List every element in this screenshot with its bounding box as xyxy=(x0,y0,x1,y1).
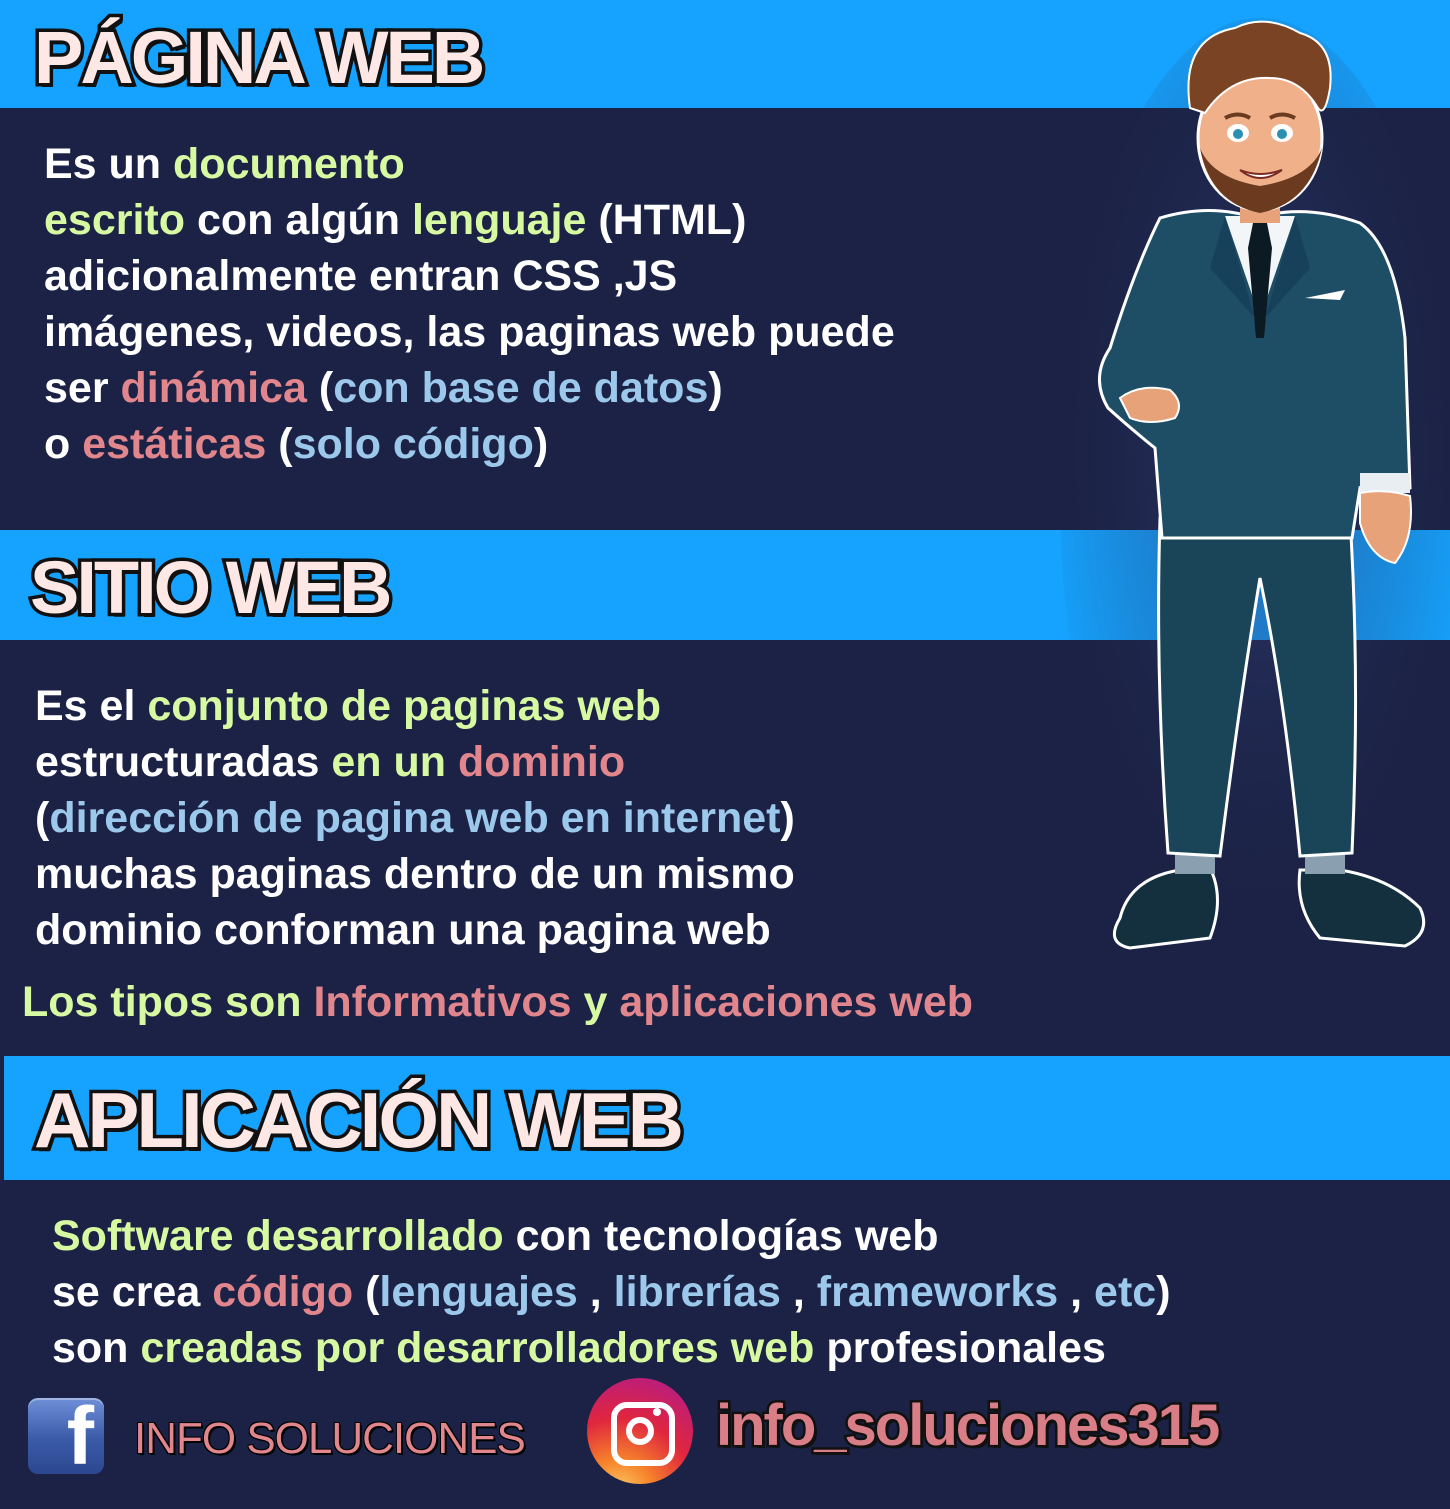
text-run: estructuradas xyxy=(35,738,332,786)
text-run: creadas por desarrolladores web xyxy=(140,1324,815,1372)
text-run: y xyxy=(571,978,620,1026)
text-line: se crea código (lenguajes , librerías , … xyxy=(52,1264,1171,1320)
text-run: estáticas xyxy=(82,420,267,468)
sitio-web-description: Es el conjunto de paginas web estructurad… xyxy=(35,678,795,958)
text-run: ser xyxy=(44,364,121,412)
text-run: o xyxy=(44,420,83,468)
text-run: documento xyxy=(173,140,405,188)
text-run: , xyxy=(1058,1268,1095,1316)
text-run: ) xyxy=(533,420,549,468)
text-run: , xyxy=(577,1268,614,1316)
pagina-web-description: Es un documento escrito con algún lenguaj… xyxy=(44,136,895,472)
text-run: son xyxy=(52,1324,141,1372)
sitio-web-title: SITIO WEB xyxy=(26,544,395,631)
aplicacion-web-title: APLICACIÓN WEB xyxy=(31,1075,688,1166)
instagram-dot xyxy=(653,1408,661,1416)
text-run: etc xyxy=(1094,1268,1157,1316)
text-line: son creadas por desarrolladores web prof… xyxy=(52,1320,1171,1376)
text-run: ) xyxy=(1156,1268,1171,1316)
text-run: dinámica xyxy=(120,364,307,412)
text-run: lenguajes xyxy=(379,1268,578,1316)
text-run: lenguaje xyxy=(411,196,587,244)
text-line: estructuradas en un dominio xyxy=(35,734,795,790)
text-line: dominio conforman una pagina web xyxy=(35,902,795,958)
text-run: dominio conforman una pagina web xyxy=(35,906,771,954)
text-run: se crea xyxy=(52,1268,213,1316)
text-run: conjunto de paginas web xyxy=(147,682,662,730)
instagram-handle[interactable]: info_soluciones315 xyxy=(713,1391,1222,1460)
text-run: frameworks xyxy=(816,1268,1059,1316)
text-line: Es un documento xyxy=(44,136,895,192)
instagram-icon[interactable] xyxy=(587,1378,693,1484)
text-run: ) xyxy=(708,364,723,412)
text-run: código xyxy=(212,1268,354,1316)
text-line: muchas paginas dentro de un mismo xyxy=(35,846,795,902)
text-run: ( xyxy=(35,794,50,842)
text-run: muchas paginas dentro de un mismo xyxy=(35,850,795,898)
text-run: , xyxy=(780,1268,817,1316)
text-line: imágenes, videos, las paginas web puede xyxy=(44,304,895,360)
text-run: en un xyxy=(331,738,458,786)
instagram-lens xyxy=(626,1417,654,1445)
text-run: dominio xyxy=(457,738,626,786)
text-line: escrito con algún lenguaje (HTML) xyxy=(44,192,895,248)
text-run: Informativos xyxy=(313,978,572,1026)
text-run: dirección de pagina web en internet xyxy=(49,794,781,842)
text-run: adicionalmente entran CSS ,JS xyxy=(44,252,678,300)
text-run: ( xyxy=(266,420,293,468)
facebook-glyph: f xyxy=(66,1391,94,1482)
text-run: ( xyxy=(306,364,334,412)
text-line: o estáticas (solo código) xyxy=(44,416,895,472)
text-run: con base de datos xyxy=(333,364,709,412)
text-run: ) xyxy=(780,794,795,842)
text-line: Software desarrollado con tecnologías we… xyxy=(52,1208,1171,1264)
text-run: con algún xyxy=(185,196,412,244)
text-run: librerías xyxy=(613,1268,781,1316)
facebook-page-name[interactable]: INFO SOLUCIONES xyxy=(134,1414,526,1464)
text-run: ( xyxy=(353,1268,380,1316)
text-run: con tecnologías web xyxy=(503,1212,939,1260)
text-run: solo código xyxy=(292,420,534,468)
text-line: adicionalmente entran CSS ,JS xyxy=(44,248,895,304)
text-run: escrito xyxy=(44,196,186,244)
pagina-web-title: PÁGINA WEB xyxy=(30,14,488,101)
aplicacion-web-description: Software desarrollado con tecnologías we… xyxy=(52,1208,1171,1376)
text-run: aplicaciones web xyxy=(619,978,974,1026)
text-run: Los tipos son xyxy=(22,978,314,1026)
text-run: profesionales xyxy=(814,1324,1106,1372)
sitio-web-types: Los tipos son Informativos y aplicacione… xyxy=(22,974,973,1030)
facebook-icon[interactable]: f xyxy=(28,1396,104,1478)
text-run: Es el xyxy=(35,682,148,730)
text-run: (HTML) xyxy=(586,196,747,244)
text-run: Es un xyxy=(44,140,174,188)
text-line: (dirección de pagina web en internet) xyxy=(35,790,795,846)
text-run: Software desarrollado xyxy=(52,1212,504,1260)
businessman-illustration xyxy=(1060,18,1450,978)
text-line: ser dinámica (con base de datos) xyxy=(44,360,895,416)
text-run: imágenes, videos, las paginas web puede xyxy=(44,308,895,356)
text-line: Es el conjunto de paginas web xyxy=(35,678,795,734)
